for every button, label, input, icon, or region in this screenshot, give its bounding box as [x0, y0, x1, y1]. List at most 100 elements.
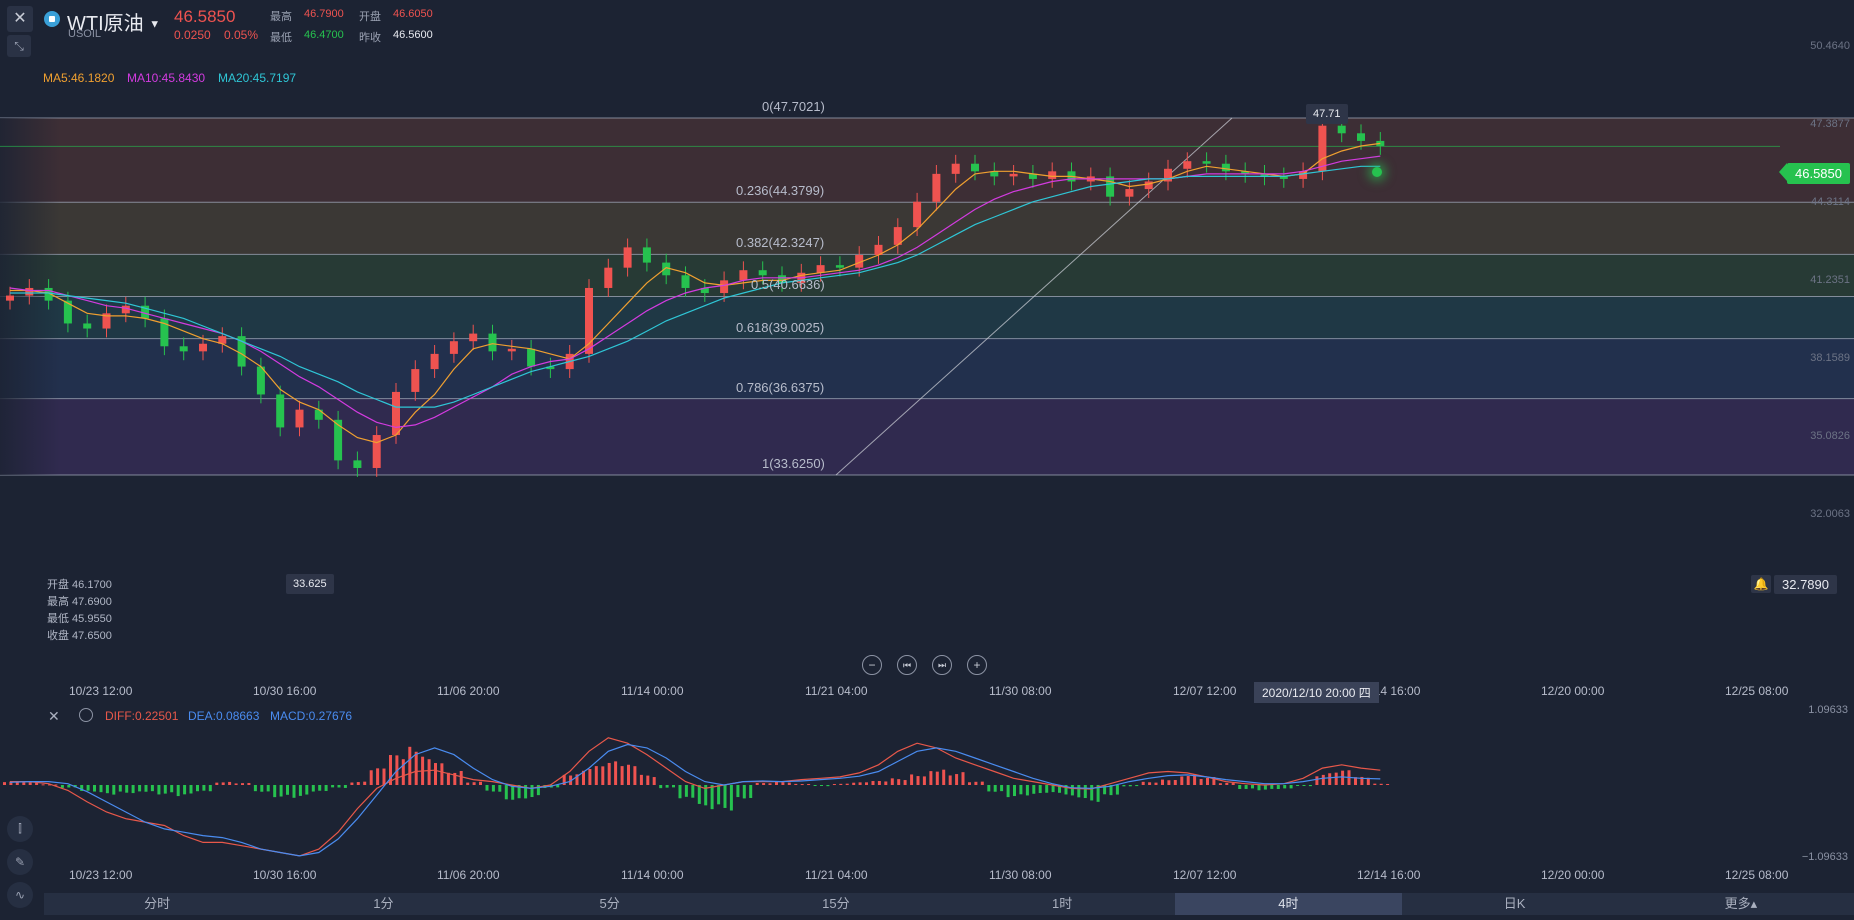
macd-bar [1263, 785, 1267, 790]
macd-bar [3, 782, 6, 785]
chart-type-button[interactable]: ∿ [7, 882, 33, 908]
macd-bar [150, 785, 154, 792]
price-chart[interactable] [0, 0, 1854, 700]
macd-bar [922, 776, 926, 785]
minus-icon: − [868, 658, 876, 672]
macd-bar [800, 784, 804, 786]
macd-bar [594, 766, 598, 785]
macd-bar [157, 785, 161, 795]
price-axis-label: 32.0063 [1810, 508, 1850, 520]
macd-bar [189, 785, 193, 794]
macd-bar [266, 785, 270, 792]
tab-period[interactable]: 分时 [44, 893, 270, 915]
price-axis-label: 47.3877 [1810, 118, 1850, 130]
macd-bar [196, 785, 199, 792]
candle-body [758, 270, 767, 276]
macd-bar [955, 774, 959, 785]
skip-forward-icon: ⏭ [937, 659, 947, 670]
macd-bar [781, 782, 785, 785]
macd-bar [980, 781, 984, 785]
macd-bar [974, 781, 978, 785]
macd-bar [234, 783, 238, 785]
macd-bar [1328, 773, 1332, 785]
ohlc-close: 收盘 47.6500 [47, 630, 112, 642]
macd-bar [434, 763, 437, 785]
macd-bar [665, 785, 669, 788]
macd-bar [890, 778, 894, 785]
line-chart-icon: ∿ [14, 888, 26, 902]
tab-period[interactable]: 1分 [270, 893, 496, 915]
current-price-tag: 46.5850 [1787, 163, 1850, 184]
time-axis-label: 11/14 00:00 [621, 684, 684, 698]
indicator-tool-button[interactable]: ⫿ [7, 816, 33, 842]
macd-bar [736, 785, 740, 798]
tab-period[interactable]: 1时 [949, 893, 1175, 915]
fib-label: 0.382(42.3247) [736, 235, 825, 251]
macd-bar [183, 785, 187, 795]
candle-body [681, 275, 690, 288]
macd-bar [331, 785, 335, 788]
trough-label: 33.625 [286, 574, 334, 594]
macd-bar [858, 782, 862, 785]
macd-bar [948, 775, 952, 785]
candle-body [1202, 161, 1211, 164]
macd-bar [41, 784, 45, 786]
macd-bar [511, 785, 515, 800]
candle-body [623, 247, 632, 268]
jump-start-button[interactable]: ⏮ [897, 655, 917, 675]
tab-period[interactable]: 5分 [497, 893, 723, 915]
macd-bar [67, 785, 71, 788]
macd-bar [260, 785, 264, 792]
macd-bar [446, 772, 450, 785]
candle-body [488, 333, 497, 352]
jump-end-button[interactable]: ⏭ [932, 655, 952, 675]
macd-bar [1032, 785, 1036, 794]
macd-bar [337, 785, 341, 788]
macd-bar [1218, 783, 1222, 785]
macd-bar [897, 779, 901, 785]
macd-bar [311, 785, 315, 792]
zoom-in-button[interactable]: + [967, 655, 987, 675]
macd-bar [125, 785, 129, 793]
macd-bar [903, 780, 907, 785]
macd-bar [241, 783, 244, 785]
macd-bar [1135, 785, 1139, 787]
macd-bar [292, 785, 296, 798]
fib-label: 1(33.6250) [762, 455, 825, 471]
candle-body [1125, 189, 1134, 197]
candle-body [179, 346, 188, 352]
macd-bar [916, 776, 920, 785]
macd-chart[interactable] [0, 700, 1854, 880]
time-axis-label: 11/06 20:00 [437, 684, 500, 698]
tab-more[interactable]: 更多▴ [1628, 893, 1854, 915]
alert-bell-button[interactable]: 🔔 [1751, 575, 1771, 593]
candle-body [449, 341, 458, 354]
candle-body [527, 348, 536, 367]
macd-bar [820, 785, 823, 786]
macd-bar [176, 785, 180, 797]
macd-bar [929, 771, 933, 785]
macd-bar [112, 785, 116, 795]
macd-histogram [3, 746, 1390, 811]
tab-period[interactable]: 15分 [723, 893, 949, 915]
macd-bar [717, 785, 721, 805]
candles-icon: ⫿ [18, 822, 22, 835]
zoom-out-button[interactable]: − [862, 655, 882, 675]
macd-bar [369, 770, 373, 785]
macd-bar [1161, 779, 1164, 785]
price-axis-label: 44.3114 [1811, 196, 1850, 208]
candle-body [1337, 125, 1346, 134]
fib-label: 0.236(44.3799) [736, 183, 825, 199]
tab-period[interactable]: 日K [1402, 893, 1628, 915]
tab-period-active[interactable]: 4时 [1175, 893, 1402, 915]
macd-bar [877, 781, 881, 785]
dea-line [9, 743, 1381, 857]
candle-body [372, 435, 381, 468]
macd-bar [968, 782, 971, 785]
candle-body [932, 173, 941, 202]
macd-bar [498, 785, 502, 792]
ohlc-open: 开盘 46.1700 [47, 579, 112, 591]
draw-tool-button[interactable]: ✎ [7, 849, 33, 875]
candle-body [507, 348, 516, 352]
time-axis-label: 12/07 12:00 [1173, 868, 1237, 882]
